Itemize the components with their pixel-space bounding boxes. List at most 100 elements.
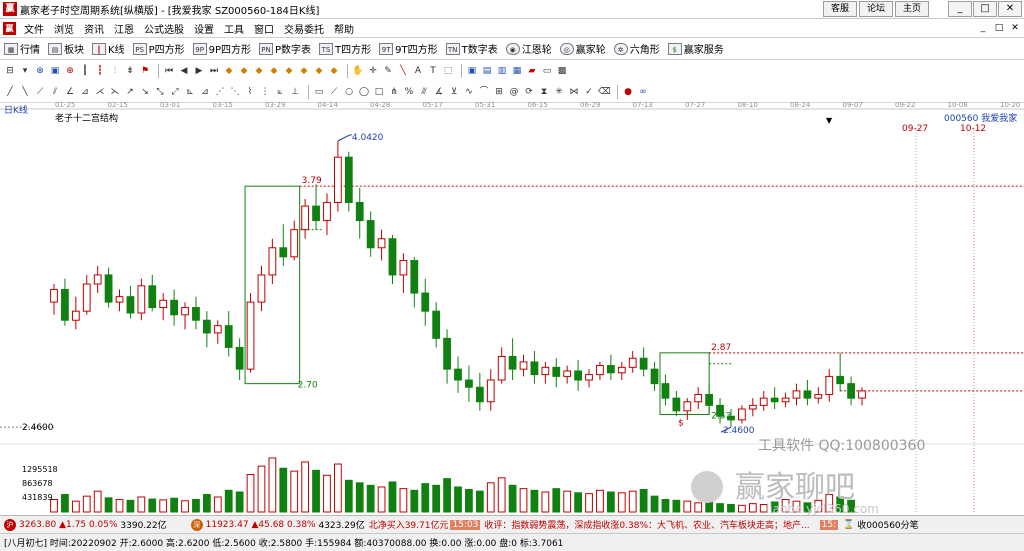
line-tool-9-icon[interactable]: ↗ (124, 86, 136, 98)
measure-tool-icon[interactable]: ⋈ (568, 86, 580, 98)
wave-tool-icon[interactable]: ∿ (463, 86, 475, 98)
mdi-close-button[interactable]: ✕ (1008, 21, 1022, 35)
time-tool-icon[interactable]: ⧗ (538, 86, 550, 98)
period-label[interactable]: 日K线 (4, 103, 28, 116)
forum-link[interactable]: 论坛 (859, 1, 893, 17)
toolbar-service[interactable]: $ 赢家服务 (667, 41, 724, 56)
balance-icon[interactable]: ⫶ (109, 65, 121, 77)
homepage-link[interactable]: 主页 (895, 1, 929, 17)
line-tool-17-icon[interactable]: ⌇ (244, 86, 256, 98)
line-tool-15-icon[interactable]: ⋰ (214, 86, 226, 98)
minimize-button[interactable]: _ (948, 1, 972, 17)
menu-help[interactable]: 帮助 (329, 21, 359, 36)
diamond8-icon[interactable]: ◆ (328, 65, 340, 77)
fork-tool-icon[interactable]: ⋔ (388, 86, 400, 98)
mdi-restore-button[interactable]: □ (992, 21, 1006, 35)
chart-dropdown-icon[interactable]: ▼ (826, 116, 832, 125)
line-tool-12-icon[interactable]: ⤢ (169, 86, 181, 98)
line-tool-10-icon[interactable]: ↘ (139, 86, 151, 98)
tick-detail-text[interactable]: 收000560分笔 (857, 518, 918, 531)
line-tool-6-icon[interactable]: ⊿ (79, 86, 91, 98)
mark-tool-icon[interactable]: ✓ (583, 86, 595, 98)
line-tool-8-icon[interactable]: ⋋ (109, 86, 121, 98)
diamond2-icon[interactable]: ◆ (238, 65, 250, 77)
line-tool-5-icon[interactable]: ∠ (64, 86, 76, 98)
grid2-icon[interactable]: ▩ (556, 65, 568, 77)
font-icon[interactable]: A (412, 65, 424, 77)
news-ticker[interactable]: 收评：指数弱势震荡，深成指收涨0.38%：大飞机、农业、汽车板块走高；地产... (484, 518, 809, 531)
ellipse-tool-icon[interactable]: ◯ (358, 86, 370, 98)
line-tool-4-icon[interactable]: ⫽ (49, 86, 61, 98)
line-tool-3-icon[interactable]: ⟋ (34, 86, 46, 98)
window1-icon[interactable]: ▣ (466, 65, 478, 77)
car-icon[interactable]: ▰ (526, 65, 538, 77)
candle-icon[interactable]: ┇ (94, 65, 106, 77)
line-tool-11-icon[interactable]: ⤡ (154, 86, 166, 98)
diamond6-icon[interactable]: ◆ (298, 65, 310, 77)
layout-icon[interactable]: ⊟ (4, 65, 16, 77)
next-icon[interactable]: ▶ (193, 65, 205, 77)
color-icon[interactable]: ● (622, 86, 634, 98)
square-tool-icon[interactable]: □ (373, 86, 385, 98)
toolbar-quotes[interactable]: ▦ 行情 (4, 41, 40, 56)
filter-icon[interactable]: ⇟ (124, 65, 136, 77)
dropdown-icon[interactable]: ▾ (19, 65, 31, 77)
trend-tool-icon[interactable]: ⟋ (328, 86, 340, 98)
line-tool-19-icon[interactable]: ⦝ (274, 86, 286, 98)
angle-tool-icon[interactable]: ∡ (433, 86, 445, 98)
circle-tool-icon[interactable]: ○ (343, 86, 355, 98)
infinity-icon[interactable]: ∞ (637, 86, 649, 98)
diamond5-icon[interactable]: ◆ (283, 65, 295, 77)
line-tool-20-icon[interactable]: ⊥ (289, 86, 301, 98)
rect-tool-icon[interactable]: ▭ (313, 86, 325, 98)
menu-gann[interactable]: 江恩 (109, 21, 139, 36)
cross-icon[interactable]: ✛ (367, 65, 379, 77)
toolbar-t-square[interactable]: TS T四方形 (319, 41, 371, 56)
pencil-icon[interactable]: ✎ (382, 65, 394, 77)
percent-tool-icon[interactable]: % (403, 86, 415, 98)
menu-formula[interactable]: 公式选股 (139, 21, 189, 36)
menu-info[interactable]: 资讯 (79, 21, 109, 36)
last-icon[interactable]: ⏭ (208, 65, 220, 77)
toolbar-p-table[interactable]: PN P数字表 (259, 41, 311, 56)
channel-tool-icon[interactable]: ⫻ (418, 86, 430, 98)
ticker-icon[interactable]: ⊕ (64, 65, 76, 77)
fan-tool-icon[interactable]: ⊻ (448, 86, 460, 98)
window2-icon[interactable]: ▤ (481, 65, 493, 77)
diamond1-icon[interactable]: ◆ (223, 65, 235, 77)
pattern-icon[interactable]: ⊗ (34, 65, 46, 77)
prev-icon[interactable]: ◀ (178, 65, 190, 77)
customer-service-link[interactable]: 客服 (823, 1, 857, 17)
monitor-icon[interactable]: ▭ (541, 65, 553, 77)
toolbar-9t-square[interactable]: 9T 9T四方形 (379, 41, 438, 56)
grid-tool-icon[interactable]: ⊞ (493, 86, 505, 98)
menu-tools[interactable]: 工具 (219, 21, 249, 36)
line-tool-16-icon[interactable]: ⋱ (229, 86, 241, 98)
toolbar-t-table[interactable]: TN T数字表 (445, 41, 498, 56)
toolbar-p-square[interactable]: PS P四方形 (132, 41, 185, 56)
toolbar-gann-wheel[interactable]: ◉ 江恩轮 (505, 41, 552, 56)
line-tool-13-icon[interactable]: ⊾ (184, 86, 196, 98)
line-tool-14-icon[interactable]: ⊿ (199, 86, 211, 98)
first-icon[interactable]: ⏮ (163, 65, 175, 77)
diamond4-icon[interactable]: ◆ (268, 65, 280, 77)
close-button[interactable]: ✕ (998, 1, 1022, 17)
select-icon[interactable]: ⬚ (442, 65, 454, 77)
line-tool-2-icon[interactable]: ╲ (19, 86, 31, 98)
diamond3-icon[interactable]: ◆ (253, 65, 265, 77)
eraser-tool-icon[interactable]: ⌫ (598, 86, 611, 98)
cycle-tool-icon[interactable]: ⟳ (523, 86, 535, 98)
toolbar-sectors[interactable]: ▤ 板块 (48, 41, 84, 56)
hand-icon[interactable]: ✋ (352, 65, 364, 77)
line-tool-7-icon[interactable]: ⋌ (94, 86, 106, 98)
toolbar-winner-wheel[interactable]: ◎ 赢家轮 (559, 41, 606, 56)
line-tool-1-icon[interactable]: ╱ (4, 86, 16, 98)
gann-tool-icon[interactable]: ✳ (553, 86, 565, 98)
window3-icon[interactable]: ▥ (496, 65, 508, 77)
flag-icon[interactable]: ⚑ (139, 65, 151, 77)
kline-chart[interactable]: 01-25 02-15 03-01 03-15 03-29 04-14 04-28 05-17… (0, 100, 1024, 515)
menu-browse[interactable]: 浏览 (49, 21, 79, 36)
window4-icon[interactable]: ▦ (511, 65, 523, 77)
maximize-button[interactable]: □ (973, 1, 997, 17)
diamond7-icon[interactable]: ◆ (313, 65, 325, 77)
